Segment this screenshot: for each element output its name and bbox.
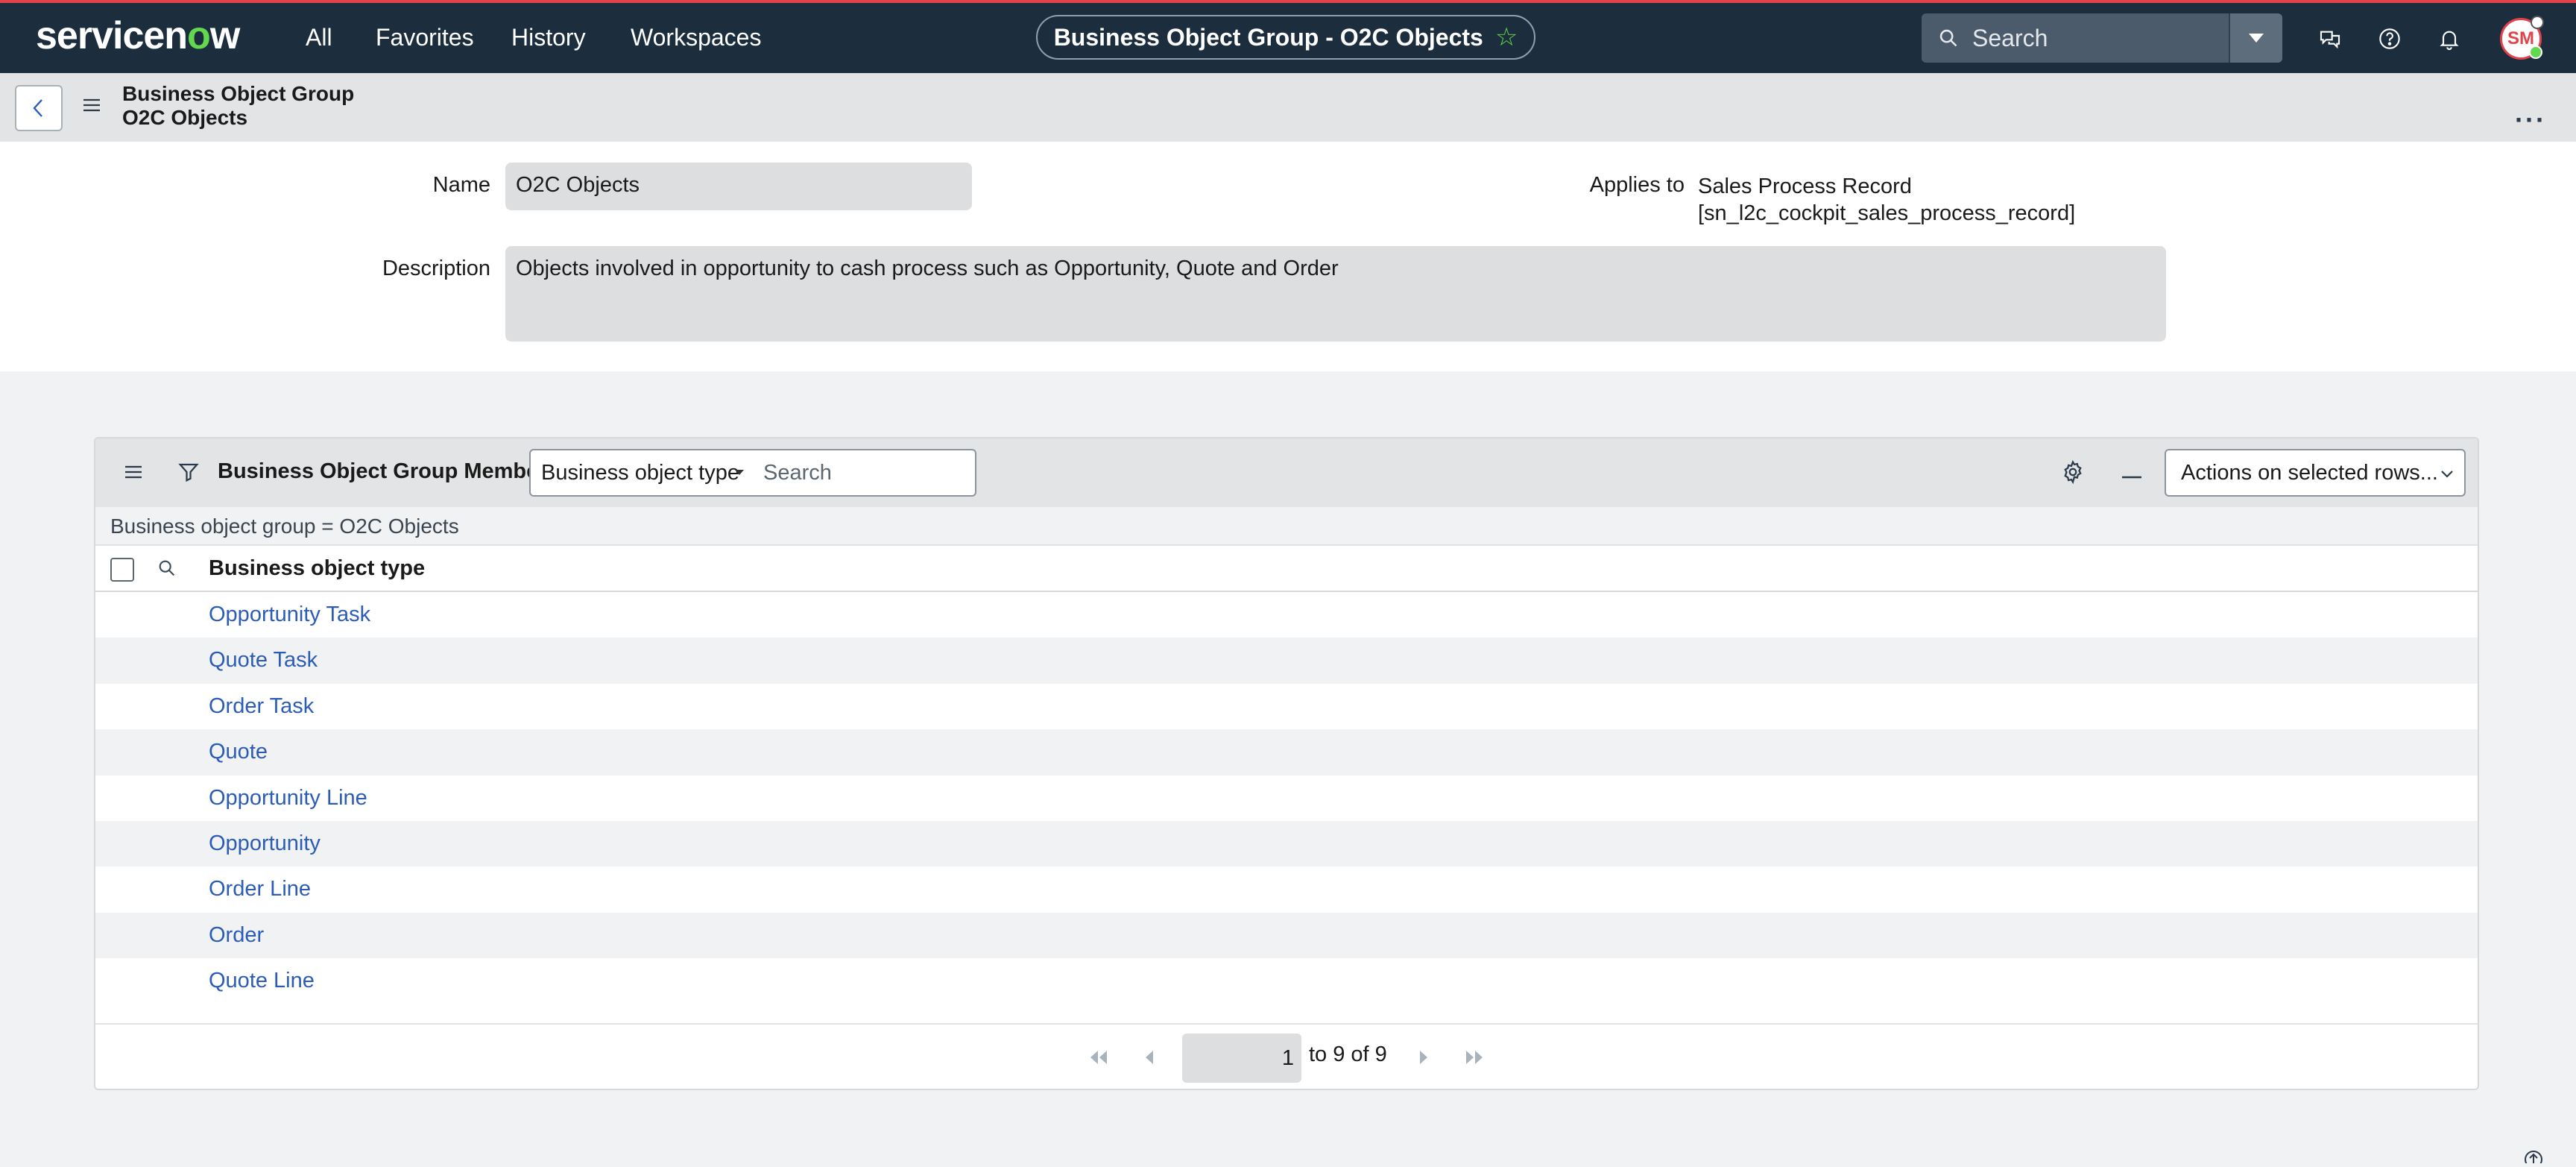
applies-to-label: Applies to — [1589, 173, 1685, 197]
nav-workspaces[interactable]: Workspaces — [631, 24, 761, 51]
row-link[interactable]: Order Line — [209, 877, 311, 902]
caret-down-icon — [2249, 34, 2264, 43]
table-row: Quote — [95, 729, 2478, 776]
row-link[interactable]: Quote Task — [209, 648, 318, 673]
record-title-pill[interactable]: Business Object Group - O2C Objects ☆ — [1036, 15, 1535, 60]
table-row: Opportunity — [95, 820, 2478, 867]
column-header-business-object-type[interactable]: Business object type — [209, 556, 425, 581]
actions-on-selected-rows-select[interactable]: Actions on selected rows... — [2165, 449, 2466, 497]
row-link[interactable]: Opportunity Task — [209, 603, 370, 627]
back-button[interactable] — [15, 85, 63, 131]
record-header-title: Business Object Group O2C Objects — [122, 82, 354, 130]
user-avatar[interactable]: SM — [2500, 16, 2544, 60]
global-search[interactable]: Search — [1922, 13, 2282, 63]
table-row: Order Task — [95, 684, 2478, 729]
related-list-members: Business Object Group Members Business o… — [94, 437, 2479, 1090]
row-link[interactable]: Opportunity Line — [209, 786, 367, 811]
column-search-icon[interactable] — [157, 558, 177, 582]
filter-icon[interactable] — [177, 461, 200, 487]
user-initials: SM — [2507, 28, 2534, 48]
top-navigation-bar: servicenow All Favorites History Workspa… — [0, 0, 2576, 73]
last-page-icon[interactable] — [1464, 1048, 1485, 1070]
name-field[interactable]: O2C Objects — [505, 163, 972, 210]
applies-to-table-name: [sn_l2c_cockpit_sales_process_record] — [1698, 201, 2076, 225]
pagination-bar: 1 to 9 of 9 — [95, 1023, 2478, 1089]
table-row: Quote Task — [95, 638, 2478, 684]
applies-to-table-label: Sales Process Record — [1698, 174, 1912, 198]
description-field[interactable]: Objects involved in opportunity to cash … — [505, 246, 2166, 342]
list-rows: Opportunity Task Quote Task Order Task Q… — [95, 592, 2478, 1004]
next-page-icon[interactable] — [1418, 1048, 1430, 1070]
search-field-select[interactable]: Business object type — [529, 449, 754, 497]
previous-page-icon[interactable] — [1143, 1048, 1155, 1070]
table-row: Order Line — [95, 866, 2478, 912]
chevron-down-icon — [2441, 471, 2453, 478]
caret-down-icon — [735, 470, 744, 475]
row-link[interactable]: Quote — [209, 740, 268, 764]
more-options-icon[interactable]: ··· — [2515, 104, 2546, 136]
row-link[interactable]: Quote Line — [209, 969, 315, 993]
table-row: Opportunity Line — [95, 776, 2478, 821]
record-table-label: Business Object Group — [122, 82, 355, 105]
help-icon[interactable] — [2375, 24, 2405, 54]
table-row: Order — [95, 912, 2478, 959]
servicenow-logo[interactable]: servicenow — [36, 13, 240, 58]
list-menu-icon[interactable] — [124, 464, 143, 484]
record-header — [0, 73, 2576, 142]
related-list-toolbar: Business Object Group Members Business o… — [95, 438, 2478, 507]
global-search-input[interactable]: Search — [1972, 25, 2048, 52]
nav-favorites[interactable]: Favorites — [376, 24, 474, 51]
select-all-checkbox[interactable] — [110, 558, 134, 582]
record-title: Business Object Group - O2C Objects — [1053, 23, 1483, 51]
description-label: Description — [382, 257, 490, 280]
row-link[interactable]: Order — [209, 923, 264, 948]
applies-to-value: Sales Process Record [sn_l2c_cockpit_sal… — [1698, 173, 2075, 227]
record-display-value: O2C Objects — [122, 106, 248, 129]
filter-breadcrumb: Business object group = O2C Objects — [95, 507, 2478, 546]
name-label: Name — [432, 173, 490, 197]
actions-label: Actions on selected rows... — [2181, 460, 2438, 485]
chat-icon[interactable] — [2315, 24, 2345, 54]
avatar-badge-icon — [2531, 16, 2544, 29]
row-link[interactable]: Opportunity — [209, 831, 321, 856]
nav-history[interactable]: History — [511, 24, 586, 51]
filter-condition[interactable]: Business object group = O2C Objects — [110, 515, 459, 538]
form-context-menu-icon[interactable] — [82, 97, 101, 117]
list-header-row: Business object type — [95, 546, 2478, 592]
gear-icon[interactable] — [2060, 459, 2086, 488]
star-icon[interactable]: ☆ — [1495, 22, 1518, 52]
scroll-to-top-icon[interactable] — [2522, 1148, 2545, 1167]
search-field-value: Business object type — [541, 460, 739, 485]
search-icon — [1939, 29, 1957, 47]
presence-status-icon — [2529, 45, 2542, 59]
search-scope-dropdown[interactable] — [2229, 13, 2282, 63]
bell-icon[interactable] — [2434, 24, 2464, 54]
pagination-summary: to 9 of 9 — [1309, 1042, 1387, 1066]
collapse-icon[interactable] — [2121, 470, 2142, 483]
list-search-input[interactable]: Search — [753, 449, 976, 497]
nav-all[interactable]: All — [306, 24, 332, 51]
table-row: Quote Line — [95, 958, 2478, 1004]
page-number-input[interactable]: 1 — [1182, 1034, 1301, 1083]
first-page-icon[interactable] — [1088, 1048, 1109, 1070]
table-row: Opportunity Task — [95, 592, 2478, 638]
related-list-title: Business Object Group Members — [218, 459, 559, 483]
row-link[interactable]: Order Task — [209, 694, 314, 719]
chevron-left-icon — [33, 99, 42, 117]
